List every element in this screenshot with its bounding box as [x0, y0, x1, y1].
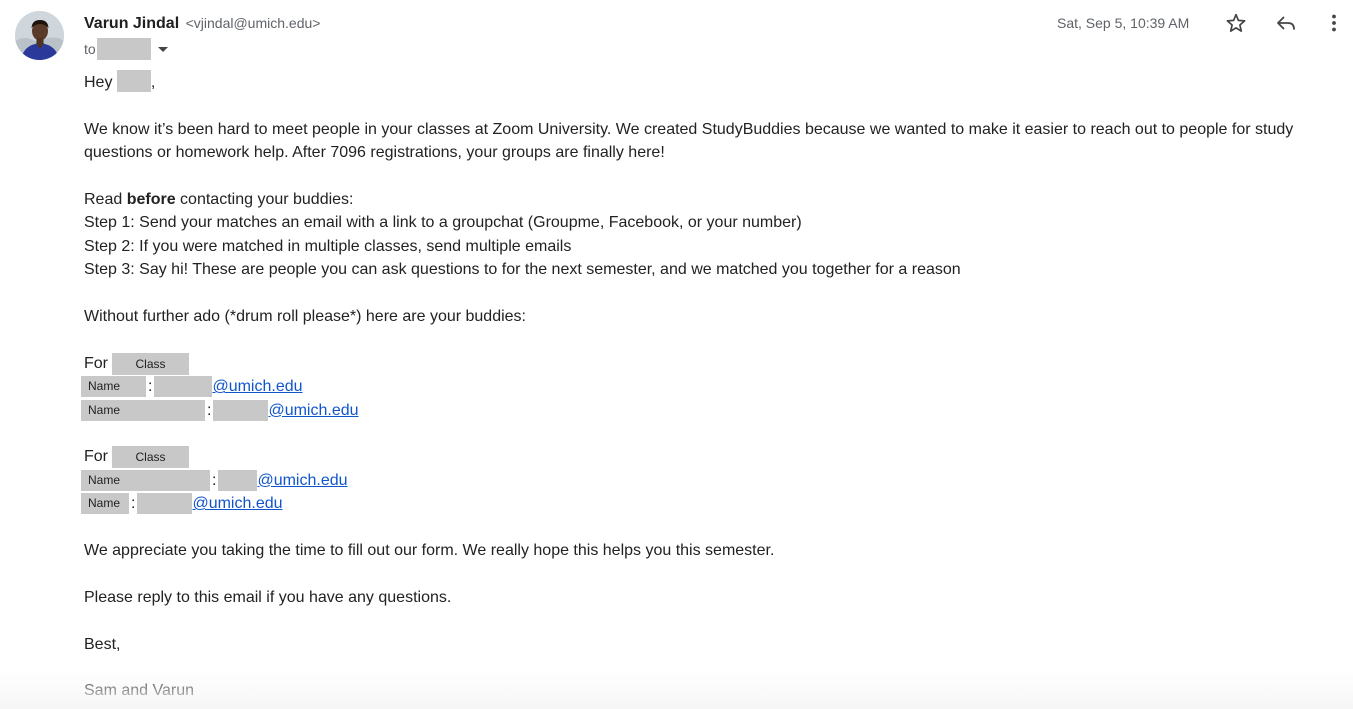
- greeting-prefix: Hey: [84, 74, 113, 91]
- buddy-name-tag: Name: [81, 376, 146, 398]
- reply-note: Please reply to this email if you have a…: [84, 588, 452, 606]
- class-tag: Class: [112, 446, 189, 469]
- read-prefix: Read: [84, 191, 127, 208]
- signoff: Best,: [84, 635, 121, 653]
- email-redacted: [137, 493, 193, 515]
- buddy-name-tag: Name: [81, 493, 129, 515]
- read-before-line: Read before contacting your buddies:: [84, 188, 1324, 211]
- step-1: Step 1: Send your matches an email with …: [84, 214, 802, 232]
- timestamp: Sat, Sep 5, 10:39 AM: [1057, 15, 1190, 31]
- to-label: to: [84, 41, 96, 57]
- buddy-row: Name : @umich.edu: [81, 399, 1324, 422]
- buddy-row: Name : @umich.edu: [81, 375, 1324, 398]
- email-body: Hey , We know it’s been hard to meet peo…: [81, 70, 1324, 703]
- buddy-name-tag: Name: [81, 399, 205, 421]
- read-suffix: contacting your buddies:: [175, 191, 354, 208]
- colon: :: [212, 471, 217, 489]
- email-view: Varun Jindal <vjindal@umich.edu> to Sat,…: [0, 0, 1353, 709]
- for-label: For: [84, 354, 108, 372]
- sender-name[interactable]: Varun Jindal: [84, 15, 179, 32]
- star-button[interactable]: [1224, 11, 1248, 35]
- more-options-button[interactable]: [1322, 11, 1346, 35]
- recipient-name-redacted: [116, 70, 151, 92]
- email-redacted: [154, 376, 213, 398]
- reply-icon: [1277, 16, 1295, 30]
- appreciation-paragraph: We appreciate you taking the time to fil…: [84, 541, 775, 559]
- recipient-redacted: [96, 38, 151, 60]
- class-group-header: For Class: [84, 352, 1324, 375]
- greeting-suffix: ,: [150, 74, 156, 91]
- step-3: Step 3: Say hi! These are people you can…: [84, 261, 961, 279]
- buddies-intro: Without further ado (*drum roll please*)…: [84, 308, 526, 326]
- buddy-row: Name : @umich.edu: [81, 469, 1324, 492]
- buddy-email-link[interactable]: @umich.edu: [192, 492, 282, 515]
- greeting: Hey ,: [84, 70, 1324, 94]
- sender: Varun Jindal <vjindal@umich.edu>: [84, 13, 320, 34]
- class-tag: Class: [112, 352, 189, 375]
- star-icon: [1226, 13, 1246, 32]
- avatar[interactable]: [15, 11, 64, 60]
- buddy-name-tag: Name: [81, 469, 210, 491]
- buddy-email-link[interactable]: @umich.edu: [212, 375, 302, 398]
- colon: :: [131, 495, 136, 513]
- colon: :: [207, 401, 212, 419]
- email-redacted: [218, 469, 258, 491]
- email-redacted: [213, 399, 269, 421]
- for-label: For: [84, 448, 108, 466]
- intro-paragraph: We know it’s been hard to meet people in…: [84, 120, 1294, 162]
- buddy-email-link[interactable]: @umich.edu: [268, 399, 358, 422]
- avatar-image: [15, 11, 64, 60]
- recipient-line: to: [84, 38, 168, 60]
- read-bold: before: [126, 191, 176, 208]
- class-group-header: For Class: [84, 445, 1324, 469]
- more-vert-icon: [1332, 14, 1336, 32]
- colon: :: [148, 378, 153, 396]
- buddy-email-link[interactable]: @umich.edu: [257, 469, 347, 492]
- buddy-row: Name : @umich.edu: [81, 492, 1324, 515]
- reply-button[interactable]: [1274, 11, 1298, 35]
- step-2: Step 2: If you were matched in multiple …: [84, 237, 572, 255]
- signature: Sam and Varun: [84, 682, 194, 700]
- chevron-down-icon[interactable]: [157, 46, 168, 52]
- sender-email: <vjindal@umich.edu>: [185, 15, 321, 31]
